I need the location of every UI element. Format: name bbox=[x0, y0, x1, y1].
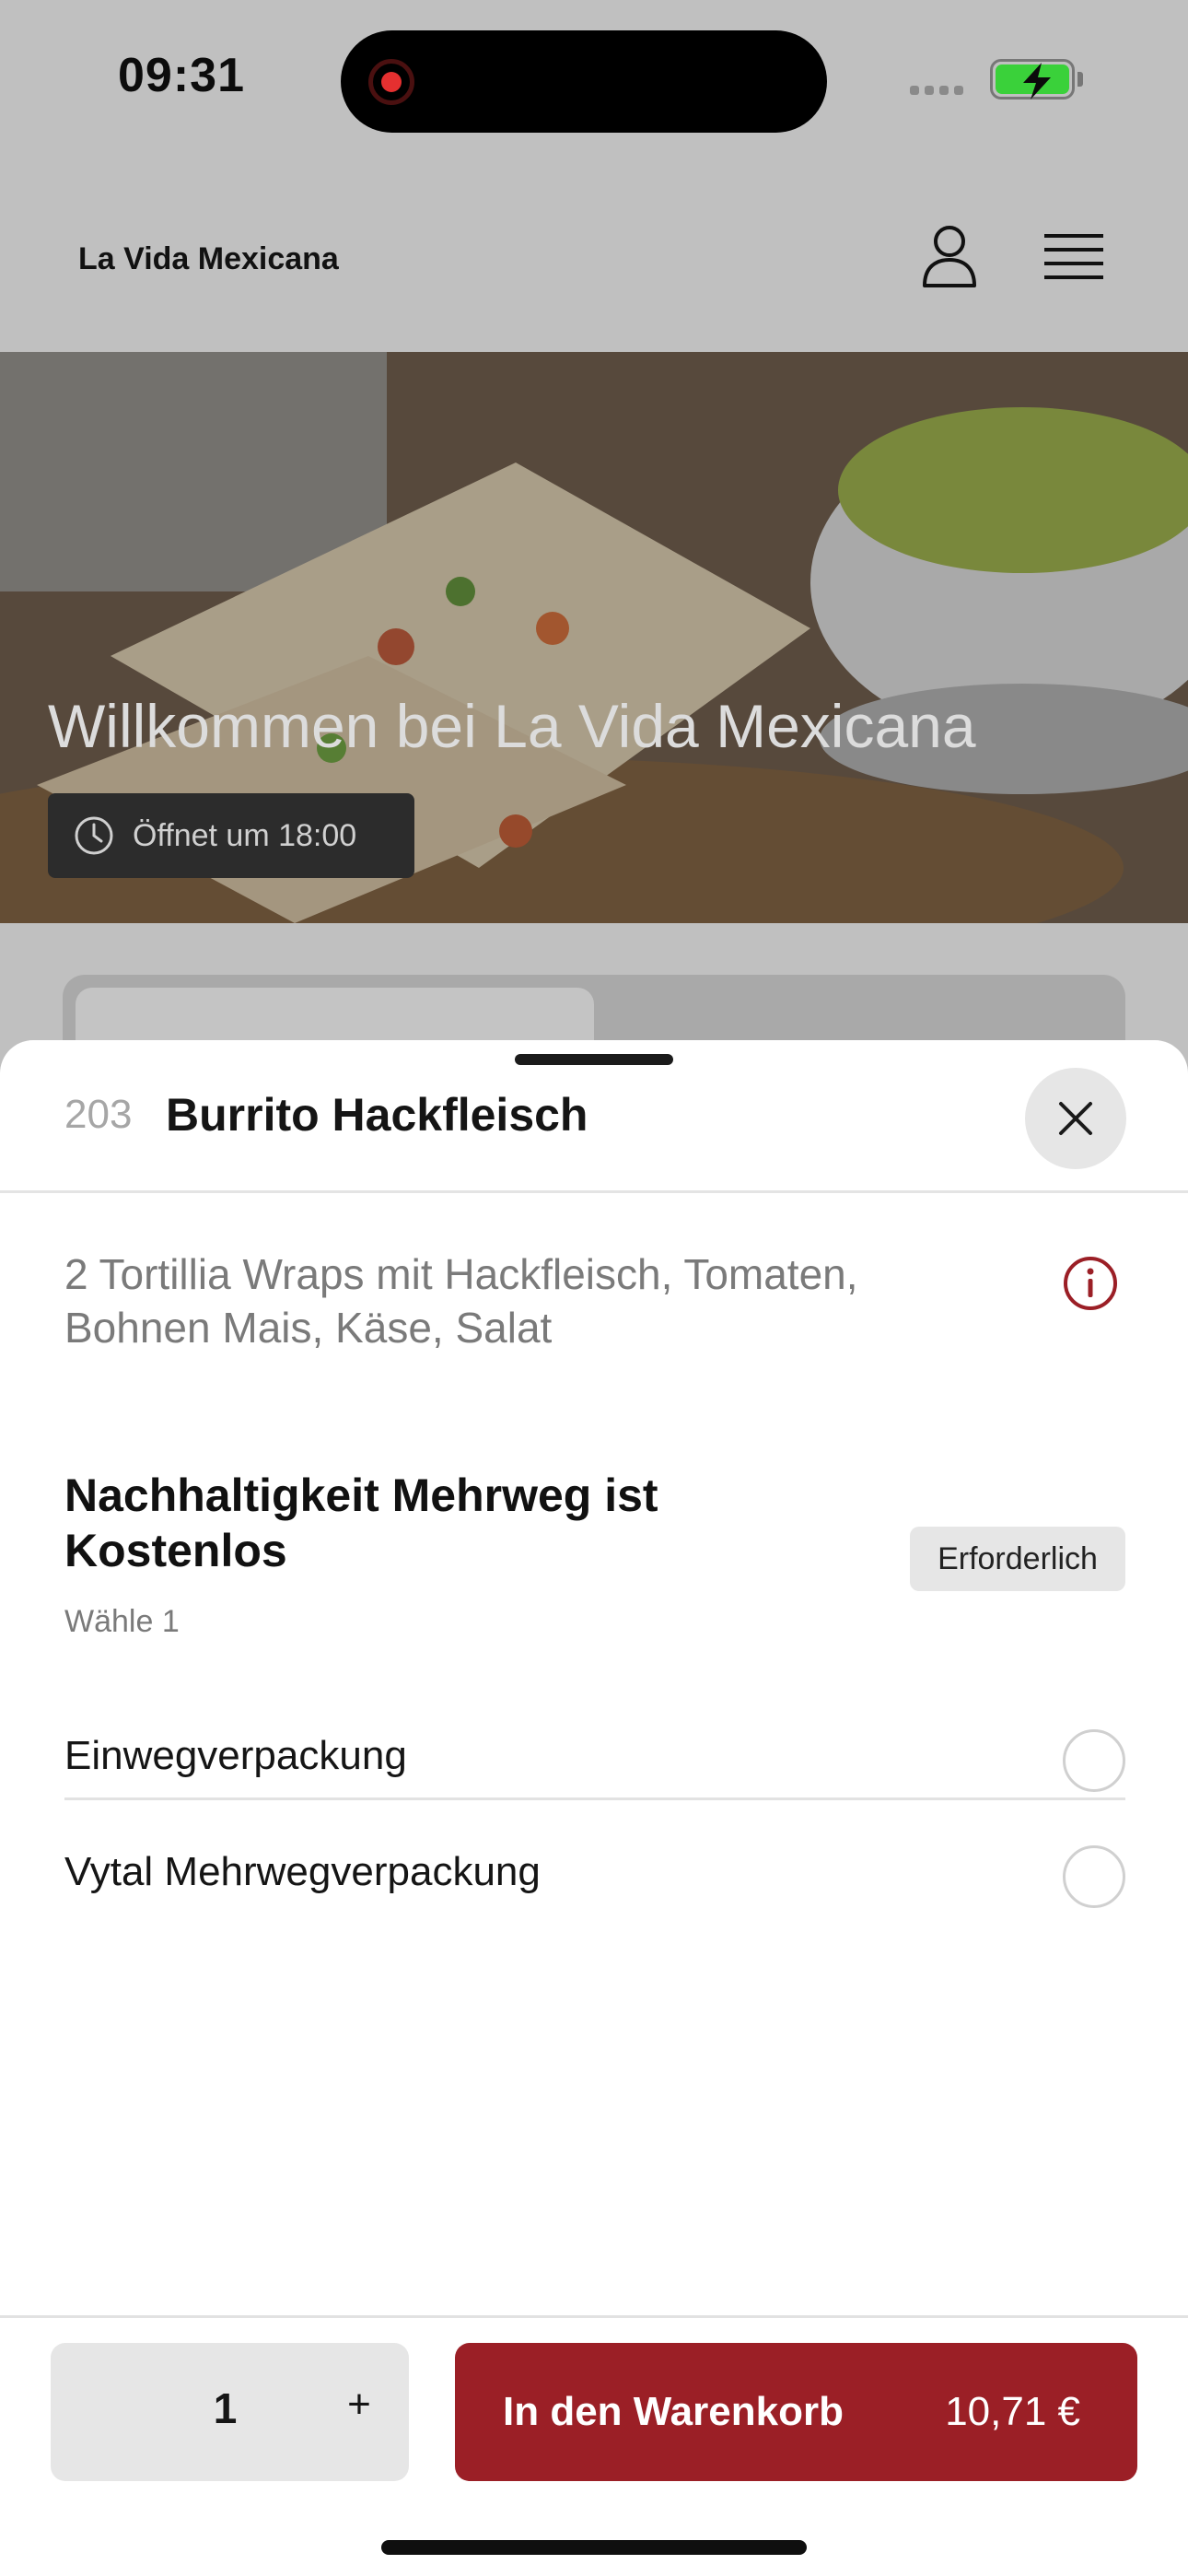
battery-cap bbox=[1077, 72, 1083, 87]
item-number: 203 bbox=[64, 1092, 133, 1137]
footer-divider bbox=[0, 2315, 1188, 2318]
brand-name[interactable]: La Vida Mexicana bbox=[78, 241, 339, 277]
item-detail-sheet: 203 Burrito Hackfleisch 2 Tortillia Wrap… bbox=[0, 1040, 1188, 2576]
opening-hours-text: Öffnet um 18:00 bbox=[133, 817, 357, 853]
status-bar: 09:31 bbox=[0, 0, 1188, 157]
option-vytal-mehrwegverpackung[interactable]: Vytal Mehrwegverpackung bbox=[64, 1820, 1125, 1936]
close-icon bbox=[1059, 1102, 1092, 1135]
user-icon[interactable] bbox=[921, 223, 978, 289]
recording-indicator-icon bbox=[368, 59, 414, 105]
radio-button[interactable] bbox=[1063, 1729, 1125, 1792]
item-title: Burrito Hackfleisch bbox=[166, 1089, 588, 1141]
add-to-cart-label: In den Warenkorb bbox=[503, 2389, 844, 2434]
home-indicator[interactable] bbox=[381, 2540, 807, 2555]
increment-button[interactable]: + bbox=[336, 2382, 382, 2428]
divider bbox=[0, 1190, 1188, 1193]
charging-bolt-icon bbox=[1023, 63, 1051, 100]
item-price: 10,71 € bbox=[945, 2389, 1080, 2434]
close-button[interactable] bbox=[1025, 1068, 1126, 1169]
clock-icon bbox=[75, 816, 113, 855]
radio-button[interactable] bbox=[1063, 1845, 1125, 1908]
opening-hours-badge: Öffnet um 18:00 bbox=[48, 793, 414, 878]
hero-title: Willkommen bei La Vida Mexicana bbox=[48, 692, 976, 760]
option-group-hint: Wähle 1 bbox=[64, 1604, 180, 1639]
background-page: 09:31 La Vida Mexicana Willkommen bei La… bbox=[0, 0, 1188, 1071]
required-badge: Erforderlich bbox=[910, 1527, 1125, 1591]
sheet-grabber[interactable] bbox=[515, 1054, 673, 1065]
app-header: La Vida Mexicana bbox=[0, 157, 1188, 352]
cellular-signal-icon bbox=[910, 83, 969, 100]
hamburger-menu-icon[interactable] bbox=[1044, 232, 1103, 282]
item-description: 2 Tortillia Wraps mit Hackfleisch, Tomat… bbox=[64, 1250, 858, 1352]
option-einwegverpackung[interactable]: Einwegverpackung bbox=[64, 1704, 1125, 1820]
option-divider bbox=[64, 1797, 1125, 1800]
quantity-stepper: 1 + bbox=[51, 2343, 409, 2481]
dynamic-island bbox=[341, 30, 827, 133]
info-icon[interactable] bbox=[1062, 1255, 1119, 1312]
option-group-title: Nachhaltigkeit Mehrweg ist Kostenlos bbox=[64, 1469, 658, 1576]
add-to-cart-button[interactable]: In den Warenkorb 10,71 € bbox=[455, 2343, 1137, 2481]
option-label: Vytal Mehrwegverpackung bbox=[64, 1849, 541, 1894]
status-time: 09:31 bbox=[118, 49, 245, 102]
hero-banner: Willkommen bei La Vida Mexicana Öffnet u… bbox=[0, 352, 1188, 923]
option-label: Einwegverpackung bbox=[64, 1733, 407, 1778]
battery-icon bbox=[990, 59, 1075, 100]
